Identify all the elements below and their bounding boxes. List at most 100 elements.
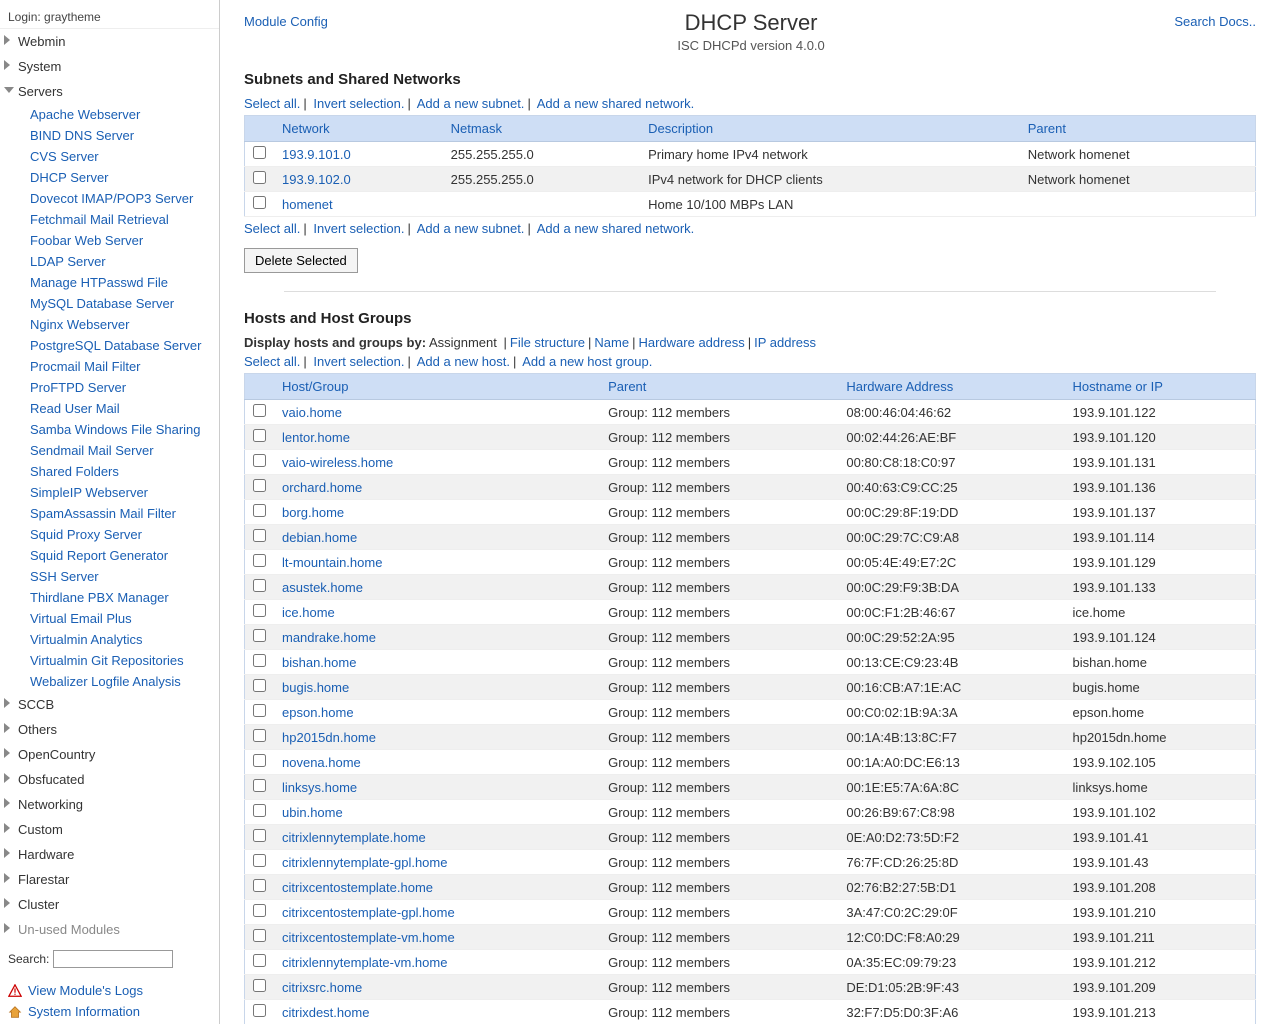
invert-selection-link[interactable]: Invert selection. (313, 354, 404, 369)
sidebar-category[interactable]: Hardware (0, 842, 219, 867)
add-subnet-link[interactable]: Add a new subnet. (417, 221, 525, 236)
sidebar-item[interactable]: Manage HTPasswd File (0, 272, 219, 293)
sidebar-item[interactable]: LDAP Server (0, 251, 219, 272)
sidebar-category[interactable]: Others (0, 717, 219, 742)
row-checkbox[interactable] (253, 754, 266, 767)
host-cell[interactable]: citrixlennytemplate.home (274, 825, 600, 850)
row-checkbox[interactable] (253, 979, 266, 992)
host-cell[interactable]: vaio-wireless.home (274, 450, 600, 475)
host-cell[interactable]: citrixlennytemplate-vm.home (274, 950, 600, 975)
host-cell[interactable]: borg.home (274, 500, 600, 525)
footer-link[interactable]: View Module's Logs (8, 980, 211, 1001)
display-by-option[interactable]: Name (594, 335, 629, 350)
row-checkbox[interactable] (253, 579, 266, 592)
module-config-link[interactable]: Module Config (244, 10, 328, 29)
host-cell[interactable]: lt-mountain.home (274, 550, 600, 575)
sidebar-item[interactable]: DHCP Server (0, 167, 219, 188)
footer-link[interactable]: System Information (8, 1001, 211, 1022)
display-by-option[interactable]: Hardware address (638, 335, 744, 350)
sidebar-item[interactable]: Shared Folders (0, 461, 219, 482)
add-host-link[interactable]: Add a new host. (417, 354, 510, 369)
host-cell[interactable]: citrixcentostemplate-vm.home (274, 925, 600, 950)
host-cell[interactable]: mandrake.home (274, 625, 600, 650)
host-cell[interactable]: citrixlennytemplate-gpl.home (274, 850, 600, 875)
row-checkbox[interactable] (253, 504, 266, 517)
sidebar-item[interactable]: SpamAssassin Mail Filter (0, 503, 219, 524)
sidebar-item[interactable]: Squid Report Generator (0, 545, 219, 566)
column-header[interactable]: Hostname or IP (1065, 374, 1256, 400)
host-cell[interactable]: novena.home (274, 750, 600, 775)
invert-selection-link[interactable]: Invert selection. (313, 96, 404, 111)
column-header[interactable]: Netmask (443, 116, 640, 142)
column-header[interactable]: Description (640, 116, 1020, 142)
host-cell[interactable]: epson.home (274, 700, 600, 725)
row-checkbox[interactable] (253, 429, 266, 442)
sidebar-category[interactable]: SCCB (0, 692, 219, 717)
sidebar-item[interactable]: Read User Mail (0, 398, 219, 419)
sidebar-category[interactable]: System (0, 54, 219, 79)
network-cell[interactable]: homenet (274, 192, 443, 217)
delete-selected-button[interactable]: Delete Selected (244, 248, 358, 273)
host-cell[interactable]: bishan.home (274, 650, 600, 675)
host-cell[interactable]: citrixdest.home (274, 1000, 600, 1024)
network-cell[interactable]: 193.9.101.0 (274, 142, 443, 167)
sidebar-item[interactable]: SimpleIP Webserver (0, 482, 219, 503)
host-cell[interactable]: hp2015dn.home (274, 725, 600, 750)
sidebar-item[interactable]: Thirdlane PBX Manager (0, 587, 219, 608)
host-cell[interactable]: vaio.home (274, 400, 600, 425)
search-input[interactable] (53, 950, 173, 968)
select-all-link[interactable]: Select all. (244, 354, 300, 369)
sidebar-item[interactable]: ProFTPD Server (0, 377, 219, 398)
host-cell[interactable]: debian.home (274, 525, 600, 550)
add-shared-network-link[interactable]: Add a new shared network. (537, 221, 695, 236)
search-docs-link[interactable]: Search Docs.. (1174, 10, 1256, 29)
host-cell[interactable]: lentor.home (274, 425, 600, 450)
row-checkbox[interactable] (253, 904, 266, 917)
sidebar-category[interactable]: Networking (0, 792, 219, 817)
host-cell[interactable]: ice.home (274, 600, 600, 625)
sidebar-category[interactable]: OpenCountry (0, 742, 219, 767)
sidebar-item[interactable]: Dovecot IMAP/POP3 Server (0, 188, 219, 209)
display-by-option[interactable]: File structure (510, 335, 585, 350)
host-cell[interactable]: citrixcentostemplate-gpl.home (274, 900, 600, 925)
sidebar-item[interactable]: Webalizer Logfile Analysis (0, 671, 219, 692)
host-cell[interactable]: ubin.home (274, 800, 600, 825)
row-checkbox[interactable] (253, 171, 266, 184)
sidebar-item[interactable]: Nginx Webserver (0, 314, 219, 335)
row-checkbox[interactable] (253, 629, 266, 642)
column-header[interactable]: Network (274, 116, 443, 142)
sidebar-item[interactable]: Virtualmin Analytics (0, 629, 219, 650)
select-all-link[interactable]: Select all. (244, 221, 300, 236)
sidebar-item[interactable]: Virtualmin Git Repositories (0, 650, 219, 671)
row-checkbox[interactable] (253, 729, 266, 742)
add-host-group-link[interactable]: Add a new host group. (522, 354, 652, 369)
network-cell[interactable]: 193.9.102.0 (274, 167, 443, 192)
host-cell[interactable]: bugis.home (274, 675, 600, 700)
host-cell[interactable]: linksys.home (274, 775, 600, 800)
row-checkbox[interactable] (253, 779, 266, 792)
host-cell[interactable]: citrixsrc.home (274, 975, 600, 1000)
sidebar-item[interactable]: Foobar Web Server (0, 230, 219, 251)
sidebar-item[interactable]: Samba Windows File Sharing (0, 419, 219, 440)
add-subnet-link[interactable]: Add a new subnet. (417, 96, 525, 111)
row-checkbox[interactable] (253, 454, 266, 467)
sidebar-category[interactable]: Custom (0, 817, 219, 842)
row-checkbox[interactable] (253, 604, 266, 617)
row-checkbox[interactable] (253, 879, 266, 892)
row-checkbox[interactable] (253, 196, 266, 209)
add-shared-network-link[interactable]: Add a new shared network. (537, 96, 695, 111)
sidebar-item[interactable]: Squid Proxy Server (0, 524, 219, 545)
host-cell[interactable]: citrixcentostemplate.home (274, 875, 600, 900)
row-checkbox[interactable] (253, 954, 266, 967)
host-cell[interactable]: orchard.home (274, 475, 600, 500)
row-checkbox[interactable] (253, 704, 266, 717)
row-checkbox[interactable] (253, 554, 266, 567)
row-checkbox[interactable] (253, 1004, 266, 1017)
row-checkbox[interactable] (253, 854, 266, 867)
row-checkbox[interactable] (253, 529, 266, 542)
sidebar-category[interactable]: Cluster (0, 892, 219, 917)
column-header[interactable]: Host/Group (274, 374, 600, 400)
row-checkbox[interactable] (253, 679, 266, 692)
column-header[interactable]: Hardware Address (838, 374, 1064, 400)
host-cell[interactable]: asustek.home (274, 575, 600, 600)
